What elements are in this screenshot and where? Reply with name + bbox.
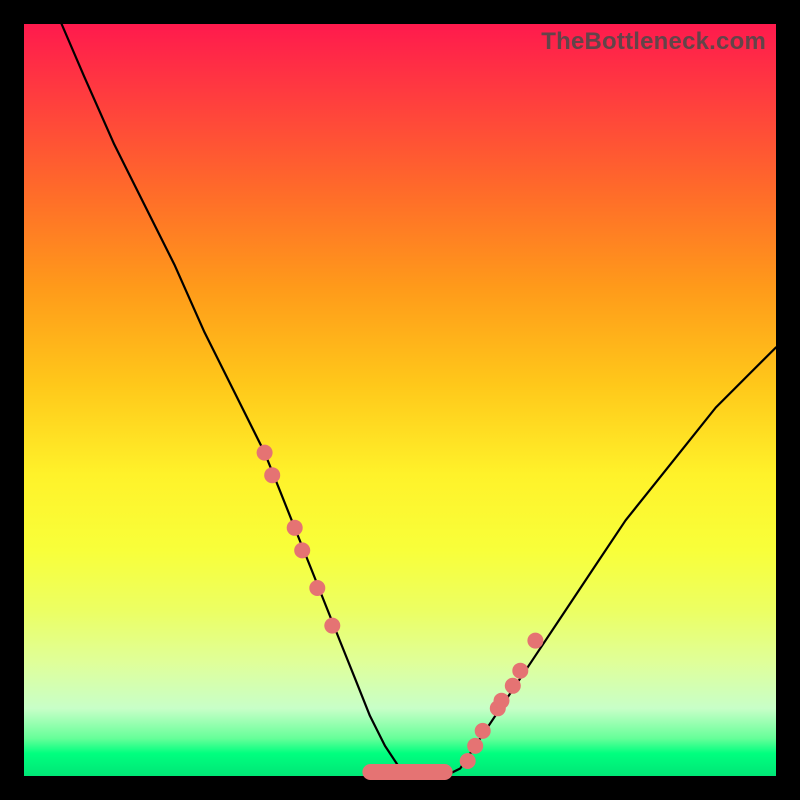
chart-frame: TheBottleneck.com <box>0 0 800 800</box>
data-marker-8 <box>475 723 491 739</box>
data-marker-12 <box>512 663 528 679</box>
data-marker-3 <box>294 542 310 558</box>
data-marker-0 <box>257 445 273 461</box>
chart-svg <box>24 24 776 776</box>
gradient-background: TheBottleneck.com <box>24 24 776 776</box>
data-marker-4 <box>309 580 325 596</box>
data-marker-5 <box>324 618 340 634</box>
bottleneck-curve <box>62 24 776 776</box>
data-markers <box>257 445 544 780</box>
data-marker-1 <box>264 467 280 483</box>
data-marker-2 <box>287 520 303 536</box>
data-marker-10 <box>494 693 510 709</box>
data-marker-11 <box>505 678 521 694</box>
data-marker-7 <box>467 738 483 754</box>
trough-marker-cluster <box>362 764 452 780</box>
data-marker-13 <box>527 633 543 649</box>
data-marker-6 <box>460 753 476 769</box>
